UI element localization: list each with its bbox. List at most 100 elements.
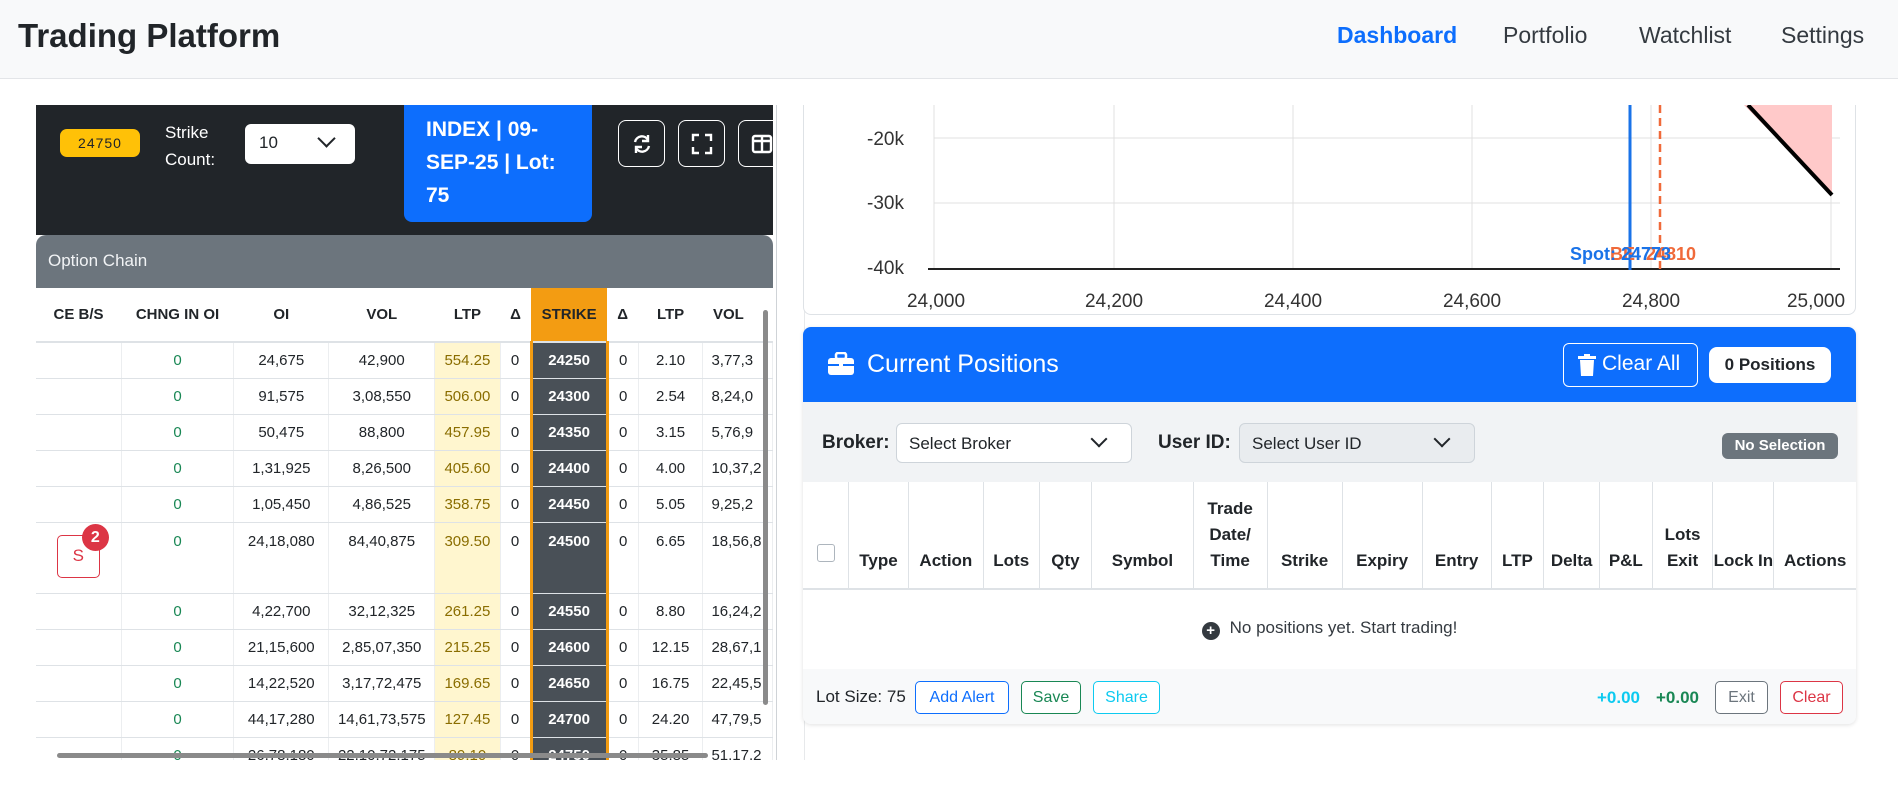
strike-count-value: 10 bbox=[259, 133, 278, 152]
save-button[interactable]: Save bbox=[1021, 681, 1081, 714]
share-button[interactable]: Share bbox=[1093, 681, 1160, 714]
vertical-scrollbar[interactable] bbox=[763, 310, 768, 705]
clear-button[interactable]: Clear bbox=[1780, 681, 1843, 714]
ce-ltp-cell[interactable]: 127.45 bbox=[434, 701, 501, 738]
ce-ltp-cell[interactable]: 358.75 bbox=[434, 486, 501, 523]
pe-ltp-cell[interactable]: 8.80 bbox=[638, 593, 704, 630]
oi-cell: 50,475 bbox=[233, 414, 330, 451]
vol-cell: 3,08,550 bbox=[328, 378, 436, 415]
chng-oi-cell: 0 bbox=[121, 665, 235, 702]
chevron-down-icon bbox=[317, 129, 336, 148]
option-chain-title: Option Chain bbox=[36, 235, 773, 288]
option-chain-header-row: CE B/S CHNG IN OI OI VOL LTP Δ STRIKE Δ … bbox=[36, 288, 773, 343]
pe-ltp-cell[interactable]: 5.05 bbox=[638, 486, 704, 523]
ce-ltp-cell[interactable]: 506.00 bbox=[434, 378, 501, 415]
briefcase-icon bbox=[828, 352, 854, 375]
col-action: Action bbox=[908, 482, 984, 590]
ce-delta-cell: 0 bbox=[500, 522, 532, 594]
add-alert-button[interactable]: Add Alert bbox=[915, 681, 1009, 714]
brand-title[interactable]: Trading Platform bbox=[18, 17, 280, 55]
top-navbar: Trading Platform Dashboard Portfolio Wat… bbox=[0, 0, 1898, 79]
strike-cell: 24350 bbox=[529, 414, 609, 451]
strike-count-select[interactable]: 10 bbox=[245, 124, 355, 164]
user-id-select[interactable]: Select User ID bbox=[1239, 423, 1475, 463]
ce-buy-sell-cell[interactable]: S2 bbox=[36, 522, 122, 594]
option-chain-row[interactable]: 0 44,17,280 14,61,73,575 127.45 0 24700 0 24.20… bbox=[36, 701, 773, 738]
ce-buy-sell-cell[interactable] bbox=[36, 450, 122, 487]
col-lock-in: Lock In bbox=[1712, 482, 1775, 590]
ce-buy-sell-cell[interactable] bbox=[36, 486, 122, 523]
option-chain-row[interactable]: S 2 0 24,18,080 84,40,875 309.50 0 24500 0 6.65 18… bbox=[36, 522, 773, 594]
pe-ltp-cell[interactable]: 12.15 bbox=[638, 629, 704, 666]
option-chain-row[interactable]: 0 1,31,925 8,26,500 405.60 0 24400 0 4.00 10,37,… bbox=[36, 450, 773, 487]
horizontal-scrollbar[interactable] bbox=[57, 753, 708, 758]
user-id-label: User ID: bbox=[1158, 432, 1231, 453]
spot-label: Spot: 24773 bbox=[1570, 244, 1671, 264]
ce-delta-cell: 0 bbox=[500, 342, 532, 379]
col-ce-bs: CE B/S bbox=[36, 288, 122, 343]
ce-buy-sell-cell[interactable] bbox=[36, 629, 122, 666]
broker-select[interactable]: Select Broker bbox=[896, 423, 1132, 463]
chng-oi-cell: 0 bbox=[121, 414, 235, 451]
ce-buy-sell-cell[interactable] bbox=[36, 378, 122, 415]
select-all-checkbox[interactable] bbox=[816, 544, 835, 562]
option-chain-row[interactable]: 0 50,475 88,800 457.95 0 24350 0 3.15 5,76,9 bbox=[36, 414, 773, 451]
atm-strike-badge: 24750 bbox=[60, 129, 140, 157]
option-chain-row[interactable]: 0 14,22,520 3,17,72,475 169.65 0 24650 0 16.75 2… bbox=[36, 665, 773, 702]
positions-header-row: Type Action Lots Qty Symbol Trade Date/ … bbox=[803, 482, 1856, 590]
ce-ltp-cell[interactable]: 309.50 bbox=[434, 522, 501, 594]
pe-ltp-cell[interactable]: 16.75 bbox=[638, 665, 704, 702]
pe-vol-cell: 51,17,2 bbox=[702, 737, 773, 760]
panel-divider[interactable] bbox=[776, 105, 777, 760]
option-chain-row[interactable]: 0 21,15,600 2,85,07,350 215.25 0 24600 0 12.15 2… bbox=[36, 629, 773, 666]
pe-ltp-cell[interactable]: 24.20 bbox=[638, 701, 704, 738]
refresh-icon bbox=[633, 135, 651, 153]
ce-ltp-cell[interactable]: 169.65 bbox=[434, 665, 501, 702]
nav-dashboard[interactable]: Dashboard bbox=[1337, 22, 1457, 49]
oi-cell: 24,675 bbox=[233, 342, 330, 379]
ce-ltp-cell[interactable]: 405.60 bbox=[434, 450, 501, 487]
selection-status-badge: No Selection bbox=[1722, 433, 1838, 459]
pe-ltp-cell[interactable]: 2.10 bbox=[638, 342, 704, 379]
nav-settings[interactable]: Settings bbox=[1781, 22, 1864, 49]
exit-button[interactable]: Exit bbox=[1715, 681, 1768, 714]
col-vol: VOL bbox=[328, 288, 435, 343]
sell-button[interactable]: S2 bbox=[56, 523, 109, 578]
ce-buy-sell-cell[interactable] bbox=[36, 665, 122, 702]
ce-buy-sell-cell[interactable] bbox=[36, 593, 122, 630]
option-chain-row[interactable]: 0 4,22,700 32,12,325 261.25 0 24550 0 8.80 16,24… bbox=[36, 593, 773, 630]
pe-ltp-cell[interactable]: 6.65 bbox=[638, 522, 704, 594]
pe-ltp-cell[interactable]: 3.15 bbox=[638, 414, 704, 451]
refresh-button[interactable] bbox=[618, 120, 665, 167]
positions-count-badge: 0 Positions bbox=[1709, 347, 1831, 383]
pe-delta-cell: 0 bbox=[607, 450, 639, 487]
vol-cell: 42,900 bbox=[328, 342, 436, 379]
ce-buy-sell-cell[interactable] bbox=[36, 342, 122, 379]
ce-ltp-cell[interactable]: 554.25 bbox=[434, 342, 501, 379]
vol-cell: 8,26,500 bbox=[328, 450, 436, 487]
oi-cell: 24,18,080 bbox=[233, 522, 330, 594]
ce-ltp-cell[interactable]: 261.25 bbox=[434, 593, 501, 630]
option-chain-row[interactable]: 0 1,05,450 4,86,525 358.75 0 24450 0 5.05 9,25,2 bbox=[36, 486, 773, 523]
pe-delta-cell: 0 bbox=[607, 665, 639, 702]
ce-ltp-cell[interactable]: 215.25 bbox=[434, 629, 501, 666]
ce-delta-cell: 0 bbox=[500, 665, 532, 702]
pe-delta-cell: 0 bbox=[607, 701, 639, 738]
col-pnl: P&L bbox=[1599, 482, 1653, 590]
ce-ltp-cell[interactable]: 457.95 bbox=[434, 414, 501, 451]
pe-ltp-cell[interactable]: 4.00 bbox=[638, 450, 704, 487]
clear-all-button[interactable]: Clear All bbox=[1563, 343, 1698, 387]
y-tick-3: -40k bbox=[867, 258, 904, 279]
nav-portfolio[interactable]: Portfolio bbox=[1503, 22, 1587, 49]
nav-watchlist[interactable]: Watchlist bbox=[1639, 22, 1731, 49]
option-chain-row[interactable]: 0 24,675 42,900 554.25 0 24250 0 2.10 3,77,3 bbox=[36, 342, 773, 379]
chng-oi-cell: 0 bbox=[121, 450, 235, 487]
ce-buy-sell-cell[interactable] bbox=[36, 414, 122, 451]
columns-button[interactable] bbox=[738, 120, 773, 167]
vol-cell: 88,800 bbox=[328, 414, 436, 451]
strike-cell: 24400 bbox=[529, 450, 609, 487]
fullscreen-button[interactable] bbox=[678, 120, 725, 167]
pe-ltp-cell[interactable]: 2.54 bbox=[638, 378, 704, 415]
option-chain-row[interactable]: 0 91,575 3,08,550 506.00 0 24300 0 2.54 8,24,0 bbox=[36, 378, 773, 415]
ce-buy-sell-cell[interactable] bbox=[36, 701, 122, 738]
